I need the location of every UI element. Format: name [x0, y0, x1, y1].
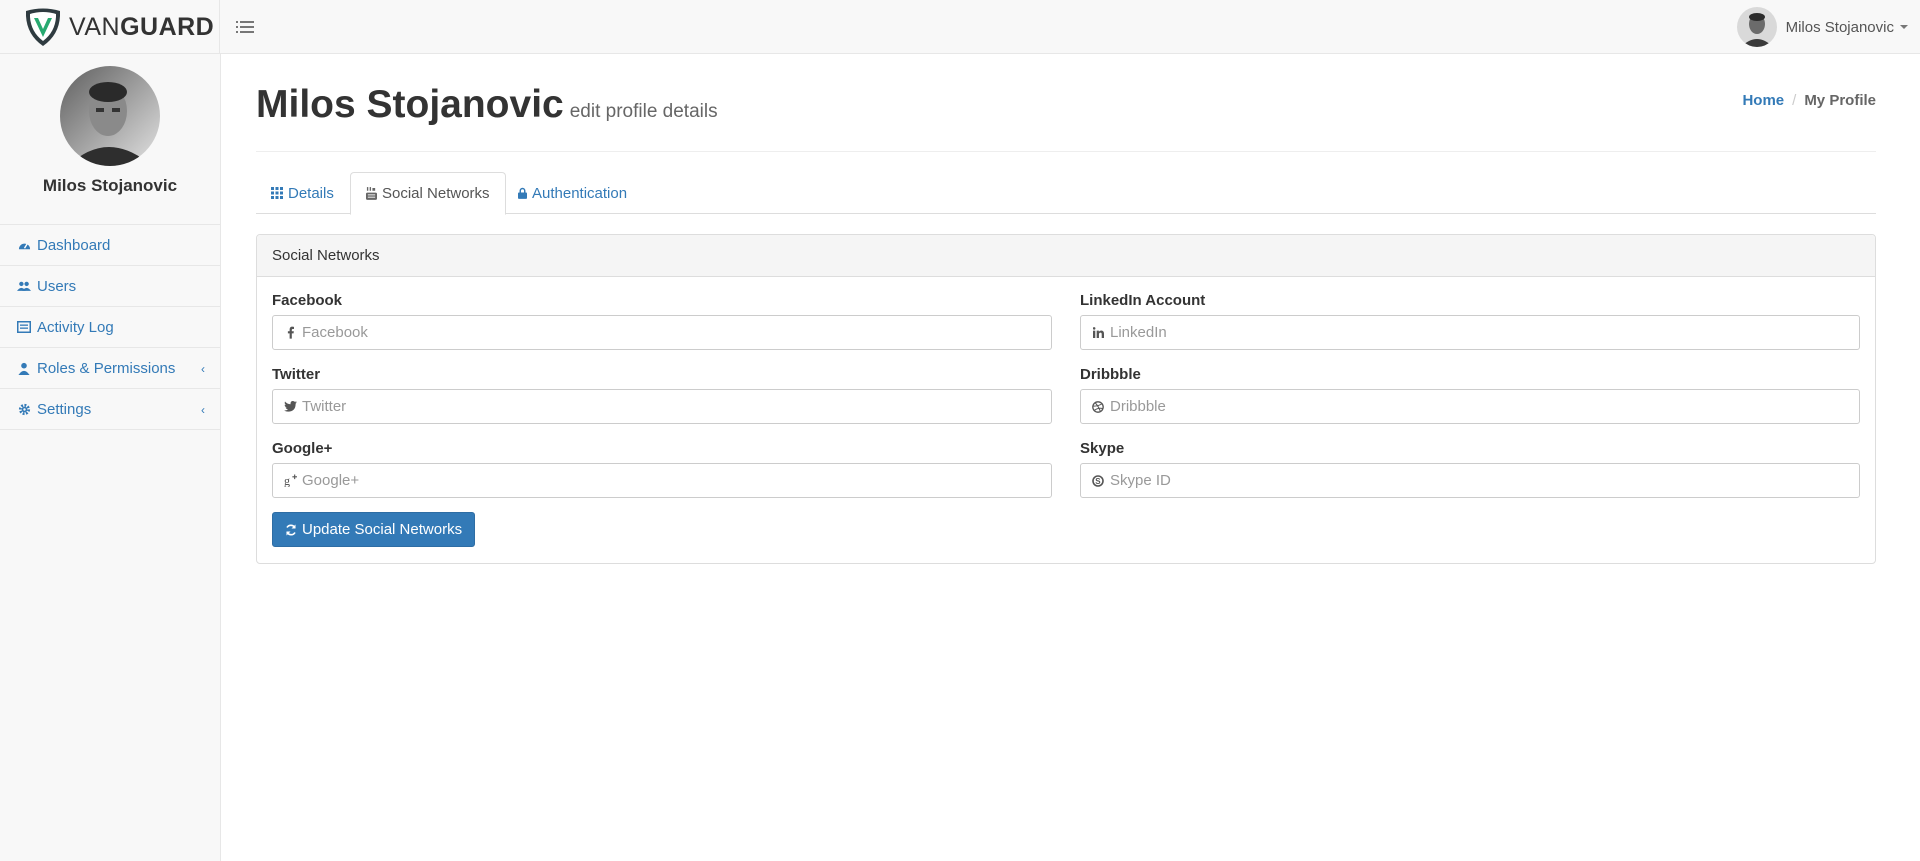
- twitter-icon: [283, 400, 297, 414]
- dribbble-icon: [1091, 400, 1105, 414]
- user-menu[interactable]: Milos Stojanovic: [1736, 5, 1908, 49]
- facebook-field-group: Facebook: [272, 292, 1052, 350]
- panel-heading: Social Networks: [257, 235, 1875, 277]
- user-name: Milos Stojanovic: [1785, 18, 1894, 36]
- users-icon: [17, 279, 31, 293]
- dribbble-input-wrap: [1080, 389, 1860, 424]
- skype-label: Skype: [1080, 440, 1125, 457]
- dribbble-input[interactable]: [1110, 398, 1850, 415]
- gear-icon: [17, 402, 31, 416]
- brand-name-part2: GUARD: [120, 12, 215, 41]
- google-plus-icon: g: [283, 474, 297, 488]
- tab-authentication[interactable]: Authentication: [503, 172, 642, 214]
- breadcrumb-home-link[interactable]: Home: [1742, 92, 1784, 109]
- sidebar-item-settings[interactable]: Settings ‹: [0, 389, 220, 430]
- update-button-label: Update Social Networks: [302, 521, 463, 538]
- tab-label: Authentication: [532, 184, 628, 202]
- sidebar-item-users[interactable]: Users: [0, 266, 220, 307]
- chevron-left-icon: ‹: [201, 403, 205, 417]
- facebook-label: Facebook: [272, 292, 343, 309]
- lock-icon: [518, 187, 527, 199]
- page-title: Milos Stojanovic edit profile details: [256, 83, 718, 126]
- profile-name: Milos Stojanovic: [42, 176, 178, 195]
- google-plus-field-group: Google+ g: [272, 440, 1052, 498]
- skype-input-wrap: S: [1080, 463, 1860, 498]
- profile-avatar: [60, 66, 160, 166]
- tab-label: Details: [288, 184, 334, 202]
- dashboard-icon: [17, 238, 31, 252]
- twitter-label: Twitter: [272, 366, 321, 383]
- sidebar-item-label: Settings: [37, 400, 92, 418]
- google-plus-input[interactable]: [302, 472, 1042, 489]
- shield-logo-icon: [26, 8, 60, 46]
- main-content: Milos Stojanovic edit profile details Hom…: [256, 54, 1876, 564]
- youtube-icon: [366, 187, 377, 200]
- breadcrumb-separator: /: [1792, 92, 1797, 109]
- social-networks-panel: Social Networks Facebook LinkedIn Accoun…: [256, 234, 1876, 564]
- google-plus-label: Google+: [272, 440, 333, 457]
- sidebar-item-activity-log[interactable]: Activity Log: [0, 307, 220, 348]
- brand-name-part1: VAN: [69, 12, 121, 41]
- sidebar: Milos Stojanovic Dashboard Users Activit…: [0, 54, 221, 861]
- refresh-icon: [285, 524, 297, 536]
- top-navbar: VANGUARD Milos Stojanovic: [0, 0, 1920, 54]
- svg-text:g: g: [284, 474, 290, 487]
- dribbble-label: Dribbble: [1080, 366, 1141, 383]
- activity-log-icon: [17, 320, 31, 334]
- tab-label: Social Networks: [382, 185, 490, 202]
- sidebar-item-roles-permissions[interactable]: Roles & Permissions ‹: [0, 348, 220, 389]
- linkedin-input-wrap: [1080, 315, 1860, 350]
- page-subtitle: edit profile details: [569, 101, 718, 122]
- breadcrumb-current: My Profile: [1804, 92, 1876, 109]
- google-plus-input-wrap: g: [272, 463, 1052, 498]
- sidebar-item-label: Roles & Permissions: [37, 359, 176, 377]
- caret-down-icon: [1900, 25, 1908, 29]
- linkedin-field-group: LinkedIn Account: [1080, 292, 1860, 350]
- twitter-field-group: Twitter: [272, 366, 1052, 424]
- twitter-input[interactable]: [302, 398, 1042, 415]
- tab-social-networks[interactable]: Social Networks: [350, 172, 506, 215]
- skype-icon: S: [1091, 474, 1105, 488]
- facebook-input[interactable]: [302, 324, 1042, 341]
- user-icon: [17, 361, 31, 375]
- sidebar-toggle-icon[interactable]: [235, 19, 255, 35]
- sidebar-item-label: Activity Log: [37, 318, 114, 336]
- twitter-input-wrap: [272, 389, 1052, 424]
- linkedin-icon: [1091, 326, 1105, 340]
- tab-details[interactable]: Details: [256, 172, 349, 214]
- sidebar-item-label: Users: [37, 277, 77, 295]
- facebook-input-wrap: [272, 315, 1052, 350]
- page-header: Milos Stojanovic edit profile details Hom…: [256, 78, 1876, 152]
- avatar: [1736, 7, 1777, 47]
- grid-icon: [271, 187, 283, 199]
- profile-tabs: Details Social Networks Authentication: [256, 172, 1876, 215]
- skype-input[interactable]: [1110, 472, 1850, 489]
- sidebar-item-label: Dashboard: [37, 236, 111, 254]
- facebook-icon: [283, 326, 297, 340]
- skype-field-group: Skype S: [1080, 440, 1860, 498]
- chevron-left-icon: ‹: [201, 362, 205, 376]
- brand-logo[interactable]: VANGUARD: [0, 0, 220, 54]
- linkedin-label: LinkedIn Account: [1080, 292, 1206, 309]
- linkedin-input[interactable]: [1110, 324, 1850, 341]
- sidebar-profile: Milos Stojanovic: [0, 66, 220, 225]
- dribbble-field-group: Dribbble: [1080, 366, 1860, 424]
- update-social-networks-button[interactable]: Update Social Networks: [272, 512, 476, 547]
- svg-text:S: S: [1095, 477, 1101, 486]
- breadcrumb: Home / My Profile: [1742, 92, 1876, 109]
- sidebar-item-dashboard[interactable]: Dashboard: [0, 225, 220, 266]
